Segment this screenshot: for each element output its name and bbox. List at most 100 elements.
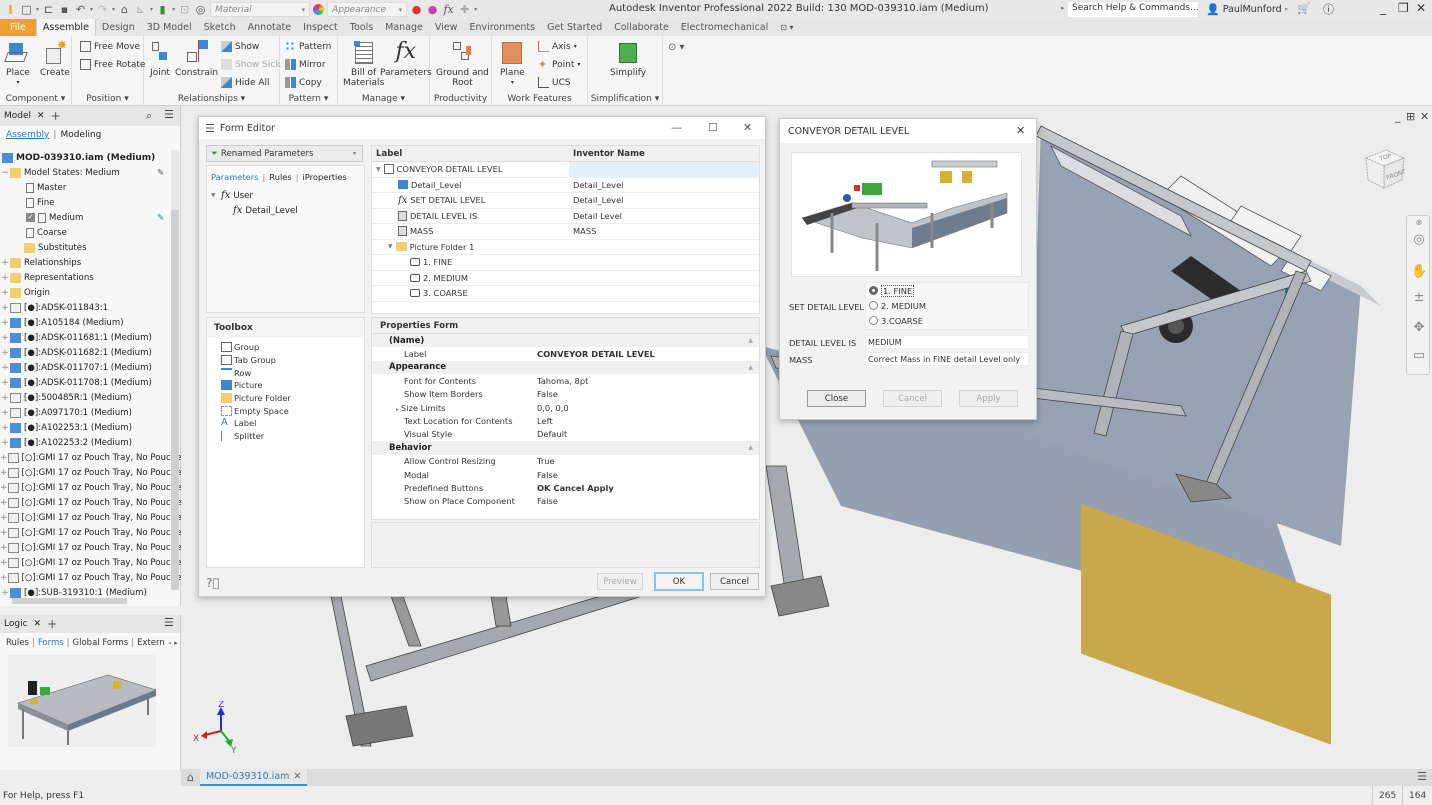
tab-3d-model[interactable]: 3D Model [141, 19, 198, 36]
toolbox-item-group[interactable]: Group [207, 341, 364, 354]
close-model-tab-icon[interactable]: ✕ [37, 111, 45, 121]
tree-component[interactable]: + [●]:ADSK-011708:1 (Medium) [0, 375, 170, 390]
position-panel-title[interactable]: Position ▾ [72, 94, 143, 104]
tree-component[interactable]: + [○]:GMI 17 oz Pouch Tray, No Pouches [0, 495, 186, 510]
form-tree-row[interactable]: MASS MASS [372, 224, 759, 240]
radio-medium[interactable]: 2. MEDIUM [866, 298, 1028, 313]
tree-state-fine[interactable]: Fine [0, 195, 170, 210]
expand-icon[interactable]: + [0, 303, 10, 313]
expand-arrow-icon[interactable]: ▼ [388, 243, 393, 250]
viewport-minimize-icon[interactable]: _ [1395, 110, 1401, 123]
tree-component[interactable]: + [●]:ADSK-011681:1 (Medium) [0, 330, 170, 345]
bill-of-materials-button[interactable]: Bill of Materials [343, 40, 384, 88]
tab-annotate[interactable]: Annotate [242, 19, 297, 36]
tree-component[interactable]: + [○]:GMI 17 oz Pouch Tray, No Pouches [0, 570, 186, 585]
browser-scrollbar[interactable] [171, 150, 179, 590]
expand-icon[interactable]: + [0, 378, 10, 388]
checkbox-checked-icon[interactable]: ✓ [26, 213, 35, 222]
form-tree-row[interactable]: ▼ Picture Folder 1 [372, 240, 759, 255]
add-logic-tab-icon[interactable]: + [47, 617, 57, 631]
tree-component[interactable]: + [○]:GMI 17 oz Pouch Tray, No Pouches [0, 555, 186, 570]
param-tab-iproperties[interactable]: iProperties [302, 172, 346, 182]
model-tab[interactable]: Model [4, 111, 31, 121]
add-tab-icon[interactable]: + [51, 109, 61, 123]
expand-icon[interactable]: + [0, 318, 10, 328]
viewcube[interactable]: TOP FRONT [1362, 146, 1408, 192]
cancel-button[interactable]: Cancel [883, 390, 942, 407]
toolbox-item-label[interactable]: A Label [207, 417, 364, 430]
tree-component[interactable]: + [●]:A102253:2 (Medium) [0, 435, 170, 450]
expand-arrow-icon[interactable]: ▼ [376, 166, 381, 173]
ok-button[interactable]: OK [654, 572, 704, 591]
tree-component[interactable]: + [○]:GMI 17 oz Pouch Tray, No Pouches [0, 450, 186, 465]
prop-row[interactable]: Show on Place Component False [372, 495, 759, 508]
scroll-left-icon[interactable]: ◂ [168, 639, 172, 647]
customize-qat-icon[interactable]: ▾ [474, 6, 477, 13]
fe-maximize-button[interactable]: ☐ [708, 121, 718, 134]
form-tree-row[interactable]: DETAIL LEVEL IS Detail Level [372, 209, 759, 224]
expand-icon[interactable]: + [0, 438, 10, 448]
toolbox-item-picture[interactable]: Picture [207, 379, 364, 392]
pattern-panel-title[interactable]: Pattern ▾ [280, 94, 337, 104]
copy-button[interactable]: Copy [285, 77, 322, 88]
clear-appearance-icon[interactable]: ● [426, 3, 439, 16]
pattern-button[interactable]: Pattern [285, 41, 331, 52]
param-tab-rules[interactable]: Rules [269, 172, 291, 182]
preview-button[interactable]: Preview [597, 573, 643, 590]
show-sick-button[interactable]: Show Sick [221, 59, 281, 70]
form-thumbnail[interactable] [8, 655, 157, 747]
browser-scroll-thumb[interactable] [171, 210, 179, 590]
label-column-header[interactable]: Label [372, 149, 569, 159]
plane-button[interactable]: Plane ▾ [500, 40, 525, 88]
search-help-input[interactable]: Search Help & Commands... [1068, 2, 1199, 17]
expand-icon[interactable]: + [0, 513, 8, 523]
cancel-button[interactable]: Cancel [710, 573, 759, 590]
toolbox-item-tab-group[interactable]: Tab Group [207, 354, 364, 367]
prop-row[interactable]: Font for Contents Tahoma, 8pt [372, 374, 759, 387]
tree-origin[interactable]: + Origin [0, 285, 170, 300]
tree-component[interactable]: + [○]:GMI 17 oz Pouch Tray, No Pouches [0, 540, 186, 555]
new-file-icon[interactable]: □ [20, 3, 33, 16]
expand-icon[interactable]: + [0, 543, 8, 553]
joint-button[interactable]: Joint [148, 40, 172, 78]
component-panel-title[interactable]: Component ▾ [0, 94, 71, 104]
tab-assemble[interactable]: Assemble [35, 19, 96, 36]
subtab-rules[interactable]: Rules [6, 638, 29, 648]
tree-component[interactable]: + [○]:GMI 17 oz Pouch Tray, No Pouches [0, 465, 186, 480]
expand-icon[interactable]: + [0, 363, 10, 373]
cart-icon[interactable]: 🛒 [1297, 2, 1311, 15]
tab-manage[interactable]: Manage [379, 19, 429, 36]
help-icon[interactable]: ?⃝ [206, 576, 220, 590]
prop-row[interactable]: Predefined Buttons OK Cancel Apply [372, 481, 759, 494]
tree-component[interactable]: + [○]:GMI 17 oz Pouch Tray, No Pouches [0, 510, 186, 525]
subtab-global-forms[interactable]: Global Forms [73, 638, 129, 648]
prop-category-appearance[interactable]: Appearance ▲ [372, 360, 759, 375]
expand-icon[interactable]: + [0, 483, 8, 493]
tree-component[interactable]: + [●]:500485R:1 (Medium) [0, 390, 170, 405]
tab-environments[interactable]: Environments [463, 19, 541, 36]
open-icon[interactable]: ⊏ [42, 3, 55, 16]
ground-and-root-button[interactable]: Ground and Root [436, 40, 489, 88]
toolbox-item-empty-space[interactable]: Empty Space [207, 404, 364, 417]
fe-close-button[interactable]: ✕ [743, 121, 752, 134]
ribbon-display-toggle[interactable]: ⊡ ▾ [774, 19, 799, 36]
parameter-filter-select[interactable]: ⏷ Renamed Parameters ▾ [206, 145, 363, 162]
toolbox-item-splitter[interactable]: Splitter [207, 430, 364, 443]
search-expand-icon[interactable]: ▸ [1061, 4, 1065, 12]
form-tree-row[interactable]: Detail_Level Detail_Level [372, 178, 759, 193]
expand-icon[interactable]: + [0, 573, 8, 583]
show-button[interactable]: Show [221, 41, 259, 52]
save-icon[interactable]: ▪ [58, 3, 71, 16]
tree-component[interactable]: + [●]:A102253:1 (Medium) [0, 420, 170, 435]
tab-file[interactable]: File [0, 19, 36, 36]
tab-view[interactable]: View [429, 19, 464, 36]
home-icon[interactable]: ⌂ [118, 3, 131, 16]
subtab-forms[interactable]: Forms [38, 638, 64, 648]
view-face-icon[interactable]: ▭ [1411, 348, 1427, 364]
free-move-button[interactable]: Free Move [80, 41, 140, 52]
close-logic-tab-icon[interactable]: ✕ [34, 619, 42, 629]
ucs-button[interactable]: UCS [538, 77, 571, 88]
subtab-assembly[interactable]: Assembly [6, 130, 49, 140]
tab-collaborate[interactable]: Collaborate [608, 19, 675, 36]
tree-component[interactable]: + [○]:GMI 17 oz Pouch Tray, No Pouches [0, 480, 186, 495]
